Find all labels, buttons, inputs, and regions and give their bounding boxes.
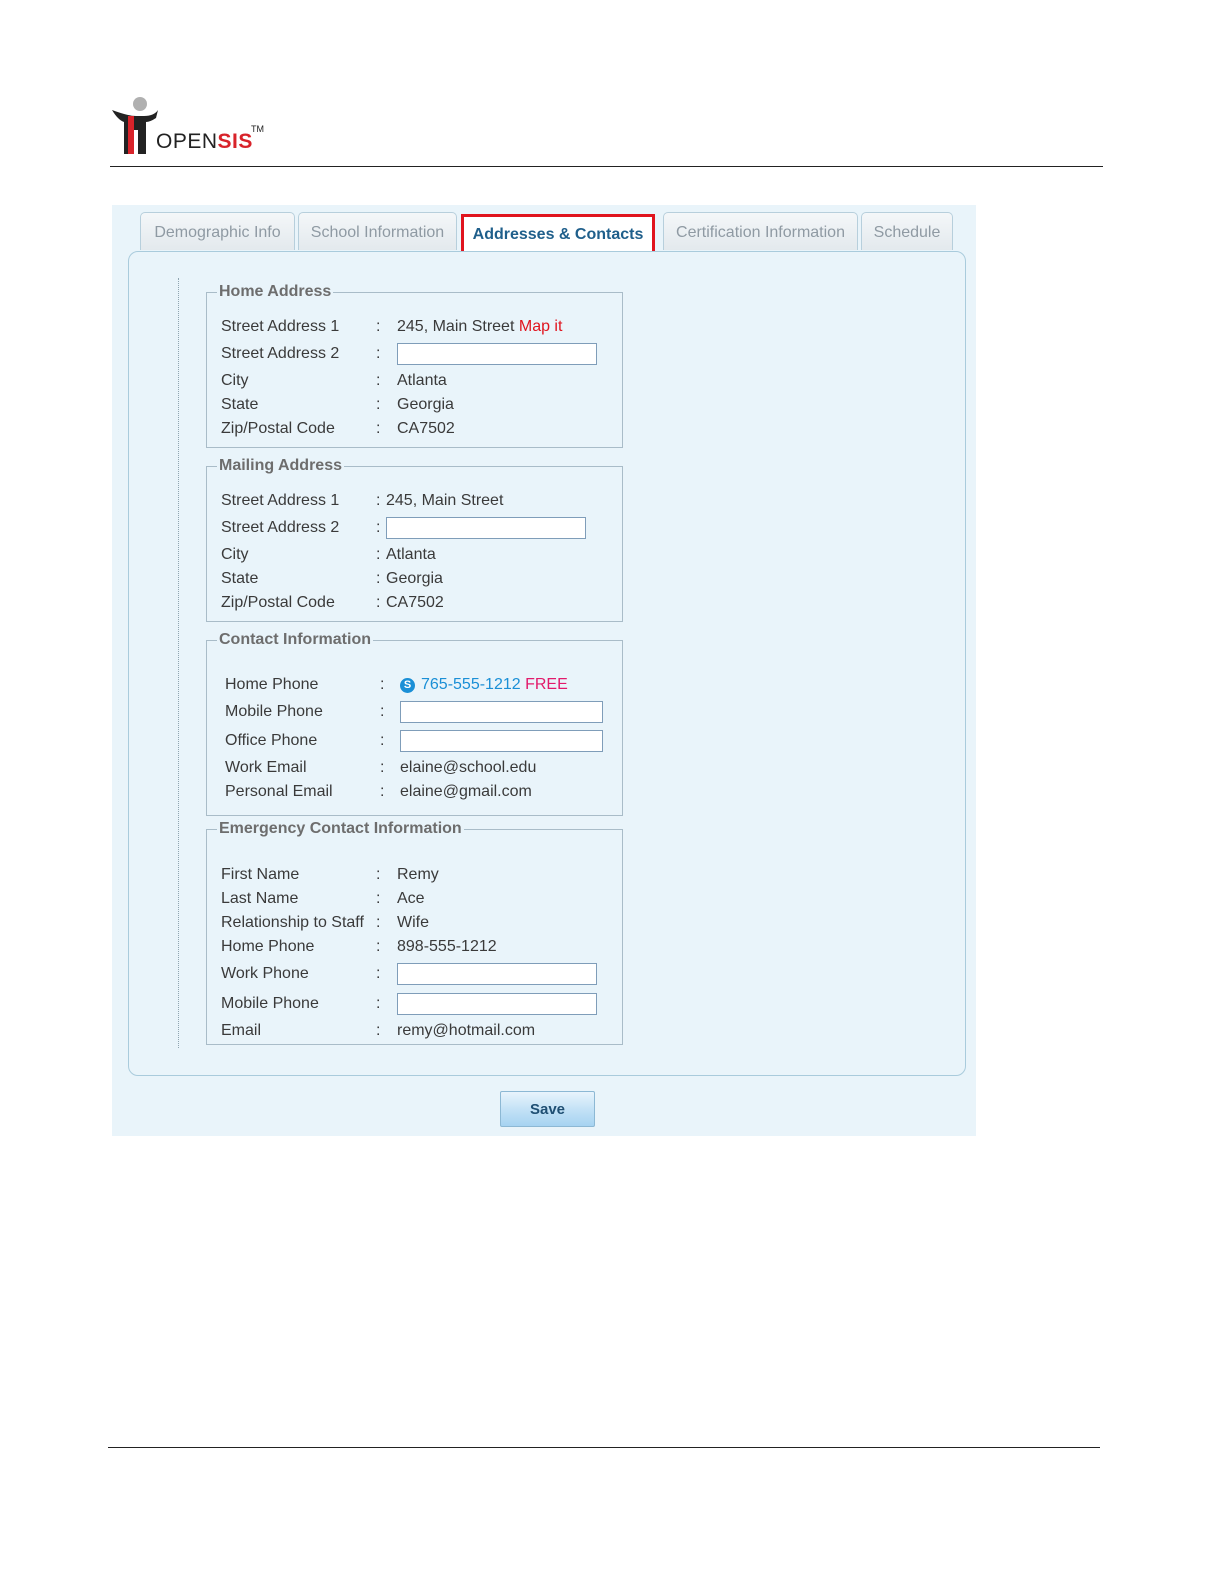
- mail-street2-input[interactable]: [386, 517, 586, 539]
- footer-rule: [108, 1447, 1100, 1448]
- field-label: Home Phone: [221, 938, 315, 955]
- emergency-last-name-value: Ace: [397, 890, 425, 907]
- contact-home-phone-value: S 765-555-1212 FREE: [400, 674, 568, 696]
- field-label: Last Name: [221, 890, 299, 907]
- field-label: Street Address 1: [221, 492, 340, 509]
- home-address-section: Home Address Street Address 1 : 245, Mai…: [206, 283, 623, 448]
- field-colon: :: [380, 759, 385, 776]
- field-label: First Name: [221, 866, 300, 883]
- field-colon: :: [376, 938, 381, 955]
- logo-trademark: TM: [251, 124, 264, 134]
- field-colon: :: [376, 914, 381, 931]
- field-colon: :: [376, 546, 381, 563]
- mail-zip-value: CA7502: [386, 594, 444, 611]
- tab-schedule[interactable]: Schedule: [861, 212, 953, 250]
- field-label: Work Phone: [221, 965, 309, 982]
- skype-call-link[interactable]: 765-555-1212: [421, 676, 521, 693]
- tab-addresses-contacts[interactable]: Addresses & Contacts: [461, 214, 655, 254]
- tab-content: Home Address Street Address 1 : 245, Mai…: [128, 251, 966, 1076]
- field-colon: :: [380, 676, 385, 693]
- logo-figure-icon: [112, 97, 158, 154]
- home-state-value: Georgia: [397, 396, 454, 413]
- field-label: State: [221, 396, 259, 413]
- field-label: Mobile Phone: [225, 703, 323, 720]
- field-colon: :: [376, 594, 381, 611]
- header-rule: [110, 166, 1103, 167]
- free-badge: FREE: [525, 676, 568, 693]
- field-colon: :: [376, 372, 381, 389]
- field-colon: :: [376, 420, 381, 437]
- mobile-phone-input[interactable]: [400, 701, 603, 723]
- home-city-value: Atlanta: [397, 372, 447, 389]
- dotted-divider: [178, 278, 179, 1048]
- contact-information-section: Contact Information Home Phone : S 765-55…: [206, 631, 623, 816]
- emergency-home-phone-value: 898-555-1212: [397, 938, 497, 955]
- emergency-email-value: remy@hotmail.com: [397, 1022, 536, 1039]
- field-colon: :: [376, 570, 381, 587]
- home-zip-value: CA7502: [397, 420, 455, 437]
- field-label: Home Phone: [225, 676, 319, 693]
- emergency-relationship-value: Wife: [397, 914, 429, 931]
- home-street2-input[interactable]: [397, 343, 597, 365]
- tab-certification-information[interactable]: Certification Information: [663, 212, 858, 250]
- office-phone-input[interactable]: [400, 730, 603, 752]
- field-label: Mobile Phone: [221, 995, 319, 1012]
- field-label: Zip/Postal Code: [221, 420, 335, 437]
- field-label: Personal Email: [225, 783, 333, 800]
- staff-info-panel: Demographic Info School Information Addr…: [112, 205, 976, 1136]
- section-title: Mailing Address: [219, 457, 342, 474]
- field-colon: :: [376, 519, 381, 536]
- mail-city-value: Atlanta: [386, 546, 436, 563]
- field-label: City: [221, 372, 249, 389]
- field-colon: :: [376, 866, 381, 883]
- field-label: Relationship to Staff: [221, 914, 364, 931]
- field-colon: :: [380, 703, 385, 720]
- emergency-mobile-phone-input[interactable]: [397, 993, 597, 1015]
- home-street1-value: 245, Main Street Map it: [397, 318, 563, 335]
- field-colon: :: [376, 345, 381, 362]
- skype-icon[interactable]: S: [400, 678, 415, 693]
- field-colon: :: [376, 318, 381, 335]
- mail-street1-value: 245, Main Street: [386, 492, 504, 509]
- field-colon: :: [376, 995, 381, 1012]
- emergency-work-phone-input[interactable]: [397, 963, 597, 985]
- field-colon: :: [376, 890, 381, 907]
- logo-wordmark: OPENSIS: [156, 130, 253, 153]
- field-label: Street Address 1: [221, 318, 340, 335]
- emergency-contact-section: Emergency Contact Information First Name…: [206, 820, 623, 1045]
- field-colon: :: [376, 492, 381, 509]
- field-colon: :: [376, 1022, 381, 1039]
- field-label: City: [221, 546, 249, 563]
- field-label: Office Phone: [225, 732, 318, 749]
- field-label: Zip/Postal Code: [221, 594, 335, 611]
- section-title: Home Address: [219, 283, 332, 300]
- tab-school-information[interactable]: School Information: [298, 212, 457, 250]
- mail-state-value: Georgia: [386, 570, 443, 587]
- field-label: Work Email: [225, 759, 307, 776]
- field-label: State: [221, 570, 259, 587]
- field-colon: :: [376, 396, 381, 413]
- section-title: Contact Information: [219, 631, 371, 648]
- section-title: Emergency Contact Information: [219, 820, 462, 837]
- opensis-logo: OPENSIS TM: [110, 96, 280, 160]
- field-colon: :: [380, 783, 385, 800]
- field-colon: :: [380, 732, 385, 749]
- tab-demographic-info[interactable]: Demographic Info: [140, 212, 295, 250]
- field-label: Street Address 2: [221, 519, 340, 536]
- emergency-first-name-value: Remy: [397, 866, 439, 883]
- field-label: Email: [221, 1022, 262, 1039]
- mailing-address-section: Mailing Address Street Address 1 : 245, …: [206, 457, 623, 622]
- save-button[interactable]: Save: [500, 1091, 595, 1127]
- map-it-link[interactable]: Map it: [519, 318, 563, 335]
- personal-email-value: elaine@gmail.com: [400, 783, 532, 800]
- field-label: Street Address 2: [221, 345, 340, 362]
- field-colon: :: [376, 965, 381, 982]
- work-email-value: elaine@school.edu: [400, 759, 537, 776]
